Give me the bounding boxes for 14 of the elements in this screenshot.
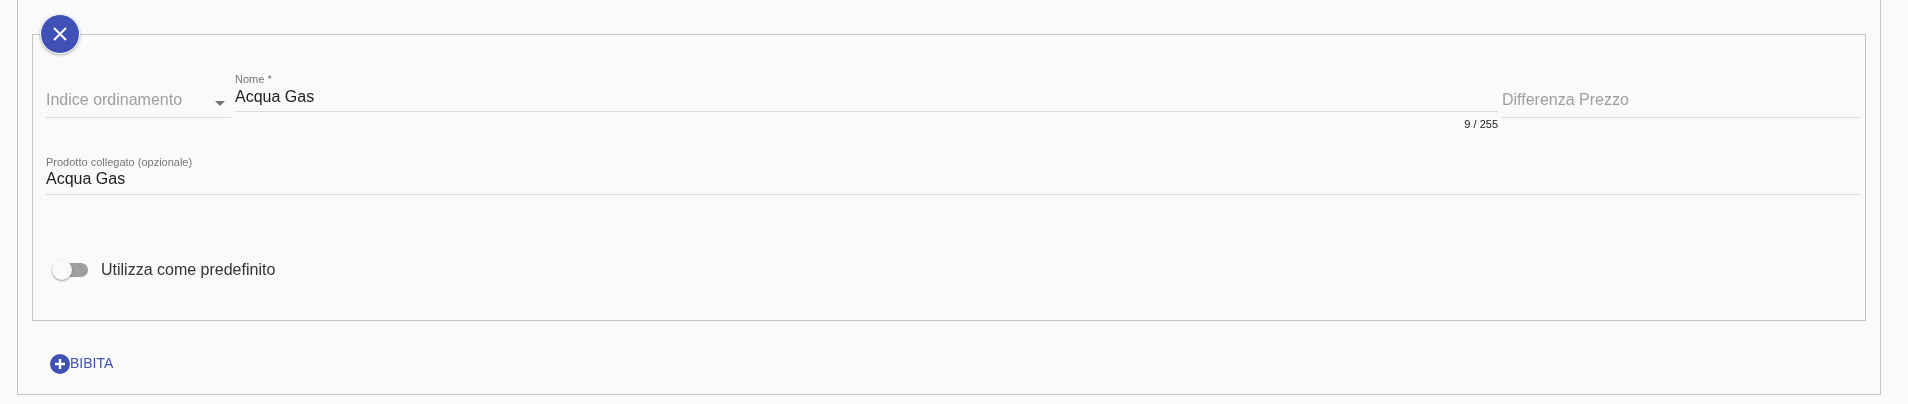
plus-icon <box>50 353 70 374</box>
field-label: Nome * <box>235 73 273 86</box>
select-placeholder: Indice ordinamento <box>46 90 183 110</box>
price-field[interactable]: Differenza Prezzo <box>1502 86 1861 118</box>
linked-product-field[interactable]: Acqua Gas <box>46 168 1861 195</box>
toggle-switch[interactable] <box>52 259 88 280</box>
toggle-label: Utilizza come predefinito <box>101 259 276 280</box>
char-counter: 9 / 255 <box>1464 118 1498 130</box>
dropdown-caret-icon <box>215 101 225 106</box>
name-field[interactable]: Acqua Gas <box>235 86 1498 112</box>
field-label: Prodotto collegato (opzionale) <box>46 155 194 169</box>
close-icon <box>51 25 69 43</box>
close-button[interactable] <box>40 14 80 54</box>
add-button[interactable]: BIBITA <box>50 353 114 374</box>
